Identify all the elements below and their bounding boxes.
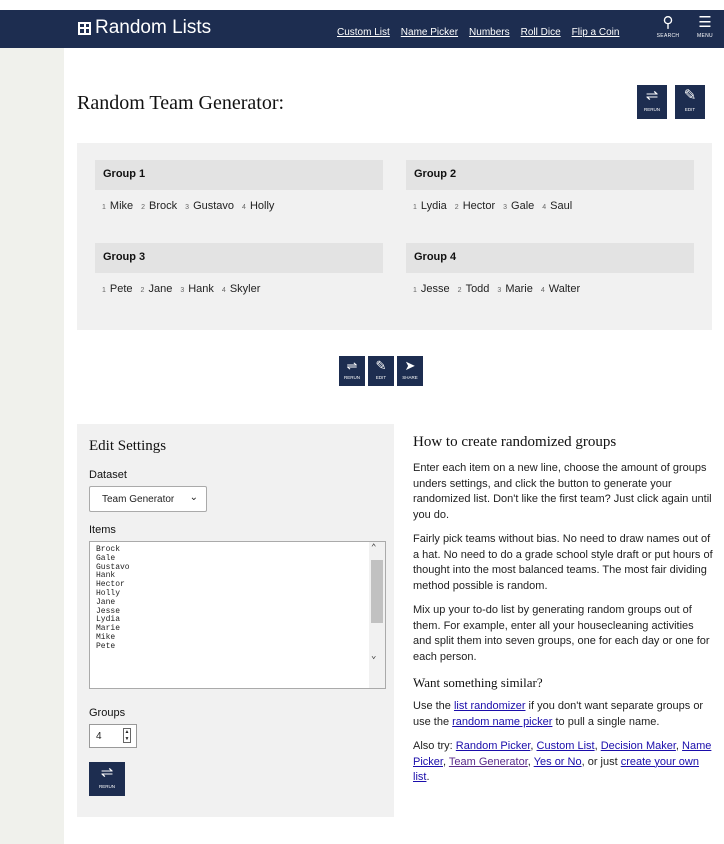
group-title: Group 3 xyxy=(95,243,383,273)
left-gutter xyxy=(0,48,64,844)
member: 1 Mike xyxy=(102,200,134,212)
nav-numbers[interactable]: Numbers xyxy=(469,27,510,38)
nav-roll-dice[interactable]: Roll Dice xyxy=(521,27,561,38)
dataset-label: Dataset xyxy=(89,469,127,481)
member: 1 Jesse xyxy=(413,283,450,295)
items-textarea[interactable]: Brock Gale Gustavo Hank Hector Holly Jan… xyxy=(89,541,386,689)
member: 4 Saul xyxy=(542,200,573,212)
shuffle-icon: ⇌ xyxy=(100,764,114,781)
search-icon: ⚲ xyxy=(662,14,674,31)
nav-flip-a-coin[interactable]: Flip a Coin xyxy=(572,27,620,38)
custom-list-link[interactable]: Custom List xyxy=(537,740,595,752)
group-card: Group 3 1 Pete 2 Jane 3 Hank 4 Skyler xyxy=(95,243,383,295)
shuffle-icon: ⇌ xyxy=(645,87,659,104)
group-members: 1 Lydia 2 Hector 3 Gale 4 Saul xyxy=(406,200,694,212)
decision-maker-link[interactable]: Decision Maker xyxy=(601,740,676,752)
howto-paragraph: Fairly pick teams without bias. No need … xyxy=(413,533,713,592)
chevron-down-icon: ⌄ xyxy=(189,492,198,503)
group-card: Group 2 1 Lydia 2 Hector 3 Gale 4 Saul xyxy=(406,160,694,212)
group-card: Group 4 1 Jesse 2 Todd 3 Marie 4 Walter xyxy=(406,243,694,295)
team-generator-link[interactable]: Team Generator xyxy=(449,756,528,768)
logo-grid-icon xyxy=(78,21,91,35)
group-members: 1 Jesse 2 Todd 3 Marie 4 Walter xyxy=(406,283,694,295)
member: 2 Hector xyxy=(454,200,496,212)
member: 4 Skyler xyxy=(221,283,261,295)
share-icon: ➤ xyxy=(404,358,416,373)
nav-name-picker[interactable]: Name Picker xyxy=(401,27,458,38)
list-randomizer-link[interactable]: list randomizer xyxy=(454,700,526,712)
results-panel: Group 1 1 Mike 2 Brock 3 Gustavo 4 Holly Gro… xyxy=(77,143,712,330)
howto-paragraph: Mix up your to-do list by generating ran… xyxy=(413,604,710,663)
nav-links: Custom List Name Picker Numbers Roll Dic… xyxy=(337,27,630,38)
top-navbar: Random Lists Custom List Name Picker Num… xyxy=(0,10,724,48)
scrollbar-thumb[interactable] xyxy=(371,560,383,623)
member: 2 Todd xyxy=(457,283,490,295)
random-name-picker-link[interactable]: random name picker xyxy=(452,716,552,728)
similar-paragraph: Use the list randomizer if you don't wan… xyxy=(413,700,704,728)
member: 3 Marie xyxy=(497,283,533,295)
howto-paragraph: Enter each item on a new line, choose th… xyxy=(413,462,712,521)
member: 3 Hank xyxy=(180,283,214,295)
rerun-button[interactable]: ⇌ RERUN xyxy=(339,356,365,386)
stepper-arrows-icon[interactable]: ▲ ▼ xyxy=(123,728,131,743)
share-button[interactable]: ➤ SHARE xyxy=(397,356,423,386)
nav-custom-list[interactable]: Custom List xyxy=(337,27,390,38)
group-title: Group 1 xyxy=(95,160,383,190)
howto-section: How to create randomized groups Enter ea… xyxy=(413,434,713,795)
member: 1 Pete xyxy=(102,283,133,295)
yes-or-no-link[interactable]: Yes or No xyxy=(534,756,582,768)
edit-button-top[interactable]: ✎ EDIT xyxy=(675,85,705,119)
howto-heading: How to create randomized groups xyxy=(413,434,617,450)
site-logo[interactable]: Random Lists xyxy=(78,17,211,39)
member: 3 Gustavo xyxy=(185,200,235,212)
group-members: 1 Mike 2 Brock 3 Gustavo 4 Holly xyxy=(95,200,383,212)
hamburger-icon: ☰ xyxy=(698,14,712,31)
group-title: Group 2 xyxy=(406,160,694,190)
group-title: Group 4 xyxy=(406,243,694,273)
logo-text: Random Lists xyxy=(95,17,212,38)
settings-rerun-button[interactable]: ⇌ RERUN xyxy=(89,762,125,796)
search-button[interactable]: ⚲ SEARCH xyxy=(651,13,685,47)
member: 4 Walter xyxy=(540,283,581,295)
similar-heading: Want something similar? xyxy=(413,675,543,690)
also-try-paragraph: Also try: Random Picker, Custom List, De… xyxy=(413,740,712,783)
shuffle-icon: ⇌ xyxy=(346,358,358,373)
member: 1 Lydia xyxy=(413,200,447,212)
settings-heading: Edit Settings xyxy=(89,438,167,454)
edit-settings-panel: Edit Settings Dataset Team Generator ⌄ I… xyxy=(77,424,394,817)
menu-button[interactable]: ☰ MENU xyxy=(688,13,722,47)
scroll-down-icon[interactable]: ⌄ xyxy=(371,652,376,661)
member: 2 Brock xyxy=(141,200,178,212)
dataset-select[interactable]: Team Generator ⌄ xyxy=(89,486,207,512)
group-card: Group 1 1 Mike 2 Brock 3 Gustavo 4 Holly xyxy=(95,160,383,212)
groups-stepper[interactable]: 4 ▲ ▼ xyxy=(89,724,137,748)
scroll-up-icon[interactable]: ⌃ xyxy=(371,544,376,553)
items-label: Items xyxy=(89,524,116,536)
rerun-button-top[interactable]: ⇌ RERUN xyxy=(637,85,667,119)
group-members: 1 Pete 2 Jane 3 Hank 4 Skyler xyxy=(95,283,383,295)
pencil-icon: ✎ xyxy=(375,358,387,373)
pencil-icon: ✎ xyxy=(683,87,697,104)
member: 4 Holly xyxy=(242,200,275,212)
textarea-scrollbar[interactable]: ⌃ ⌄ xyxy=(369,542,385,688)
random-picker-link[interactable]: Random Picker xyxy=(456,740,531,752)
member: 3 Gale xyxy=(503,200,535,212)
edit-button[interactable]: ✎ EDIT xyxy=(368,356,394,386)
member: 2 Jane xyxy=(140,283,173,295)
page-title: Random Team Generator: xyxy=(77,92,285,114)
groups-label: Groups xyxy=(89,707,126,719)
